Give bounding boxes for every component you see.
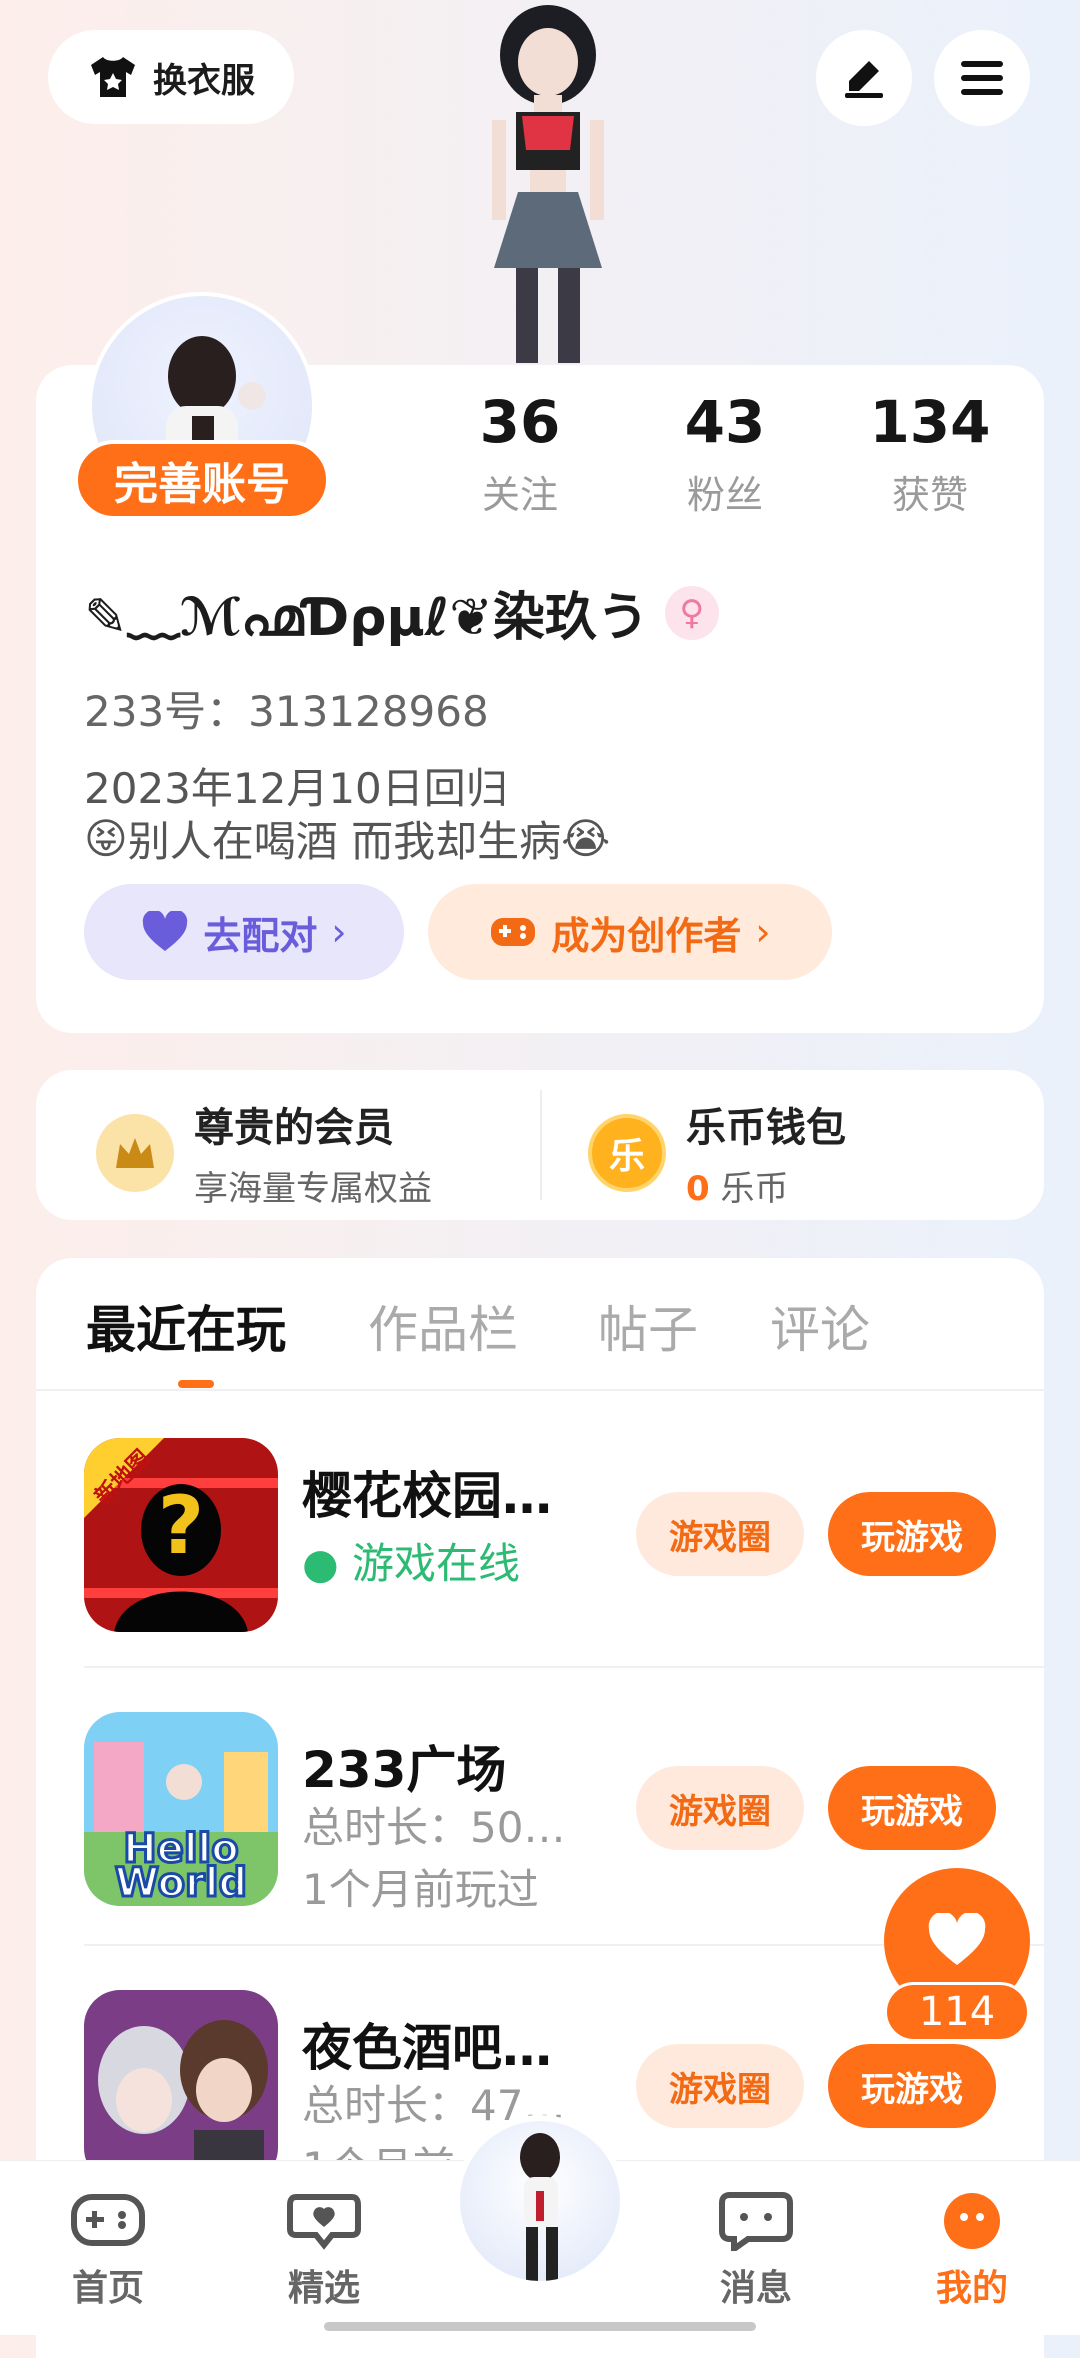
game-circle-button[interactable]: 游戏圈	[636, 1492, 804, 1576]
likes-label: 获赞	[891, 473, 968, 517]
chevron-right-icon: ›	[755, 910, 771, 954]
stat-following[interactable]: 36 关注	[440, 388, 600, 519]
tab-indicator	[178, 1380, 214, 1388]
female-icon: ♀	[664, 585, 719, 640]
wallet-unit: 乐币	[720, 1169, 789, 1209]
bio-line-1: 2023年12月10日回归	[84, 764, 508, 813]
following-label: 关注	[481, 473, 558, 517]
bio-line-2: 😝 别人在喝酒 而我却生病 😭	[84, 808, 610, 869]
game-status-text: 游戏在线	[352, 1539, 521, 1588]
heart-icon	[928, 1913, 986, 1965]
pair-label: 去配对	[203, 913, 318, 958]
coin-icon: 乐	[588, 1113, 666, 1192]
become-creator-button[interactable]: 成为创作者 ›	[428, 884, 832, 980]
character-figure[interactable]	[430, 0, 670, 365]
play-game-button[interactable]: 玩游戏	[828, 1492, 996, 1576]
profile-icon	[944, 2193, 1000, 2249]
crying-emoji-icon: 😭	[561, 814, 611, 863]
bio-text: 别人在喝酒 而我却生病	[127, 817, 562, 866]
followers-label: 粉丝	[686, 473, 763, 517]
tab-works[interactable]: 作品栏	[368, 1290, 518, 1362]
outfit-button[interactable]: 换衣服	[48, 30, 294, 124]
stat-followers[interactable]: 43 粉丝	[645, 388, 805, 519]
followers-count: 43	[684, 388, 766, 456]
chevron-right-icon: ›	[331, 910, 347, 954]
heart-icon	[143, 911, 188, 951]
pen-icon	[845, 61, 883, 98]
gamepad-icon	[71, 2194, 145, 2246]
shirt-icon	[91, 57, 135, 97]
like-count: 114	[884, 1982, 1030, 2042]
nav-center-avatar[interactable]	[454, 2115, 626, 2287]
svg-text:?: ?	[158, 1479, 204, 1572]
complete-account-badge[interactable]: 完善账号	[74, 440, 330, 520]
svg-text:World: World	[115, 1860, 247, 1906]
nav-featured-label: 精选	[287, 2268, 360, 2309]
nav-home[interactable]: 首页	[38, 2191, 178, 2311]
outfit-label: 换衣服	[153, 60, 255, 101]
play-game-button[interactable]: 玩游戏	[828, 2044, 996, 2128]
heart-chat-icon	[287, 2194, 361, 2250]
game-icon[interactable]: ? 新地图	[84, 1438, 278, 1632]
menu-button[interactable]	[934, 30, 1030, 126]
tongue-emoji-icon: 😝	[84, 814, 128, 863]
vip-member-entry[interactable]: 尊贵的会员 享海量专属权益	[96, 1095, 432, 1210]
gamepad-icon	[491, 918, 536, 946]
nickname-text: ✎﹏ℳ൶Ɗρµℓ❦染玖う	[84, 588, 649, 648]
play-game-button[interactable]: 玩游戏	[828, 1766, 996, 1850]
game-row[interactable]: Hello World 233广场 总时长：50… 1个月前玩过 游戏圈 玩游戏	[84, 1712, 1044, 1914]
wallet-entry[interactable]: 乐 乐币钱包 0 乐币	[588, 1095, 846, 1210]
message-icon	[719, 2192, 793, 2255]
creator-label: 成为创作者	[551, 913, 742, 958]
nav-messages[interactable]: 消息	[686, 2191, 826, 2311]
tab-posts[interactable]: 帖子	[598, 1290, 698, 1362]
following-count: 36	[479, 388, 561, 456]
menu-icon	[961, 61, 1003, 95]
member-title: 尊贵的会员	[194, 1105, 394, 1151]
pair-button[interactable]: 去配对 ›	[84, 884, 404, 980]
game-icon[interactable]: Hello World	[84, 1712, 278, 1906]
wallet-title: 乐币钱包	[686, 1105, 846, 1151]
tab-recent-play[interactable]: 最近在玩	[86, 1290, 286, 1362]
tab-divider	[36, 1389, 1044, 1391]
nickname: ✎﹏ℳ൶Ɗρµℓ❦染玖う ♀	[84, 575, 719, 650]
nav-home-label: 首页	[71, 2268, 144, 2309]
home-indicator	[324, 2322, 756, 2331]
crown-icon	[96, 1113, 174, 1192]
member-subtitle: 享海量专属权益	[194, 1169, 432, 1209]
user-id: 233号：313128968	[84, 687, 489, 736]
game-title: 233广场	[302, 1741, 507, 1799]
nav-featured[interactable]: 精选	[254, 2191, 394, 2311]
divider	[540, 1090, 542, 1200]
nav-messages-label: 消息	[719, 2268, 792, 2309]
game-row[interactable]: ? 新地图 樱花校园… ● 游戏在线 游戏圈 玩游戏	[84, 1438, 1044, 1632]
game-last-played: 1个月前玩过	[302, 1865, 539, 1914]
game-circle-button[interactable]: 游戏圈	[636, 2044, 804, 2128]
wallet-balance: 0 乐币	[686, 1161, 846, 1210]
edit-profile-button[interactable]	[816, 30, 912, 126]
game-icon[interactable]	[84, 1990, 278, 2184]
tab-comments[interactable]: 评论	[770, 1290, 870, 1362]
stat-likes[interactable]: 134 获赞	[850, 388, 1010, 519]
game-circle-button[interactable]: 游戏圈	[636, 1766, 804, 1850]
likes-count: 134	[869, 388, 991, 456]
wallet-amount: 0	[686, 1169, 710, 1209]
nav-mine[interactable]: 我的	[902, 2191, 1042, 2311]
game-online-status: ● 游戏在线	[302, 1539, 521, 1588]
nav-mine-label: 我的	[935, 2268, 1008, 2309]
game-title: 夜色酒吧…	[302, 2019, 552, 2077]
divider	[84, 1666, 1044, 1668]
game-title: 樱花校园…	[302, 1467, 552, 1525]
game-duration: 总时长：50…	[302, 1803, 566, 1852]
